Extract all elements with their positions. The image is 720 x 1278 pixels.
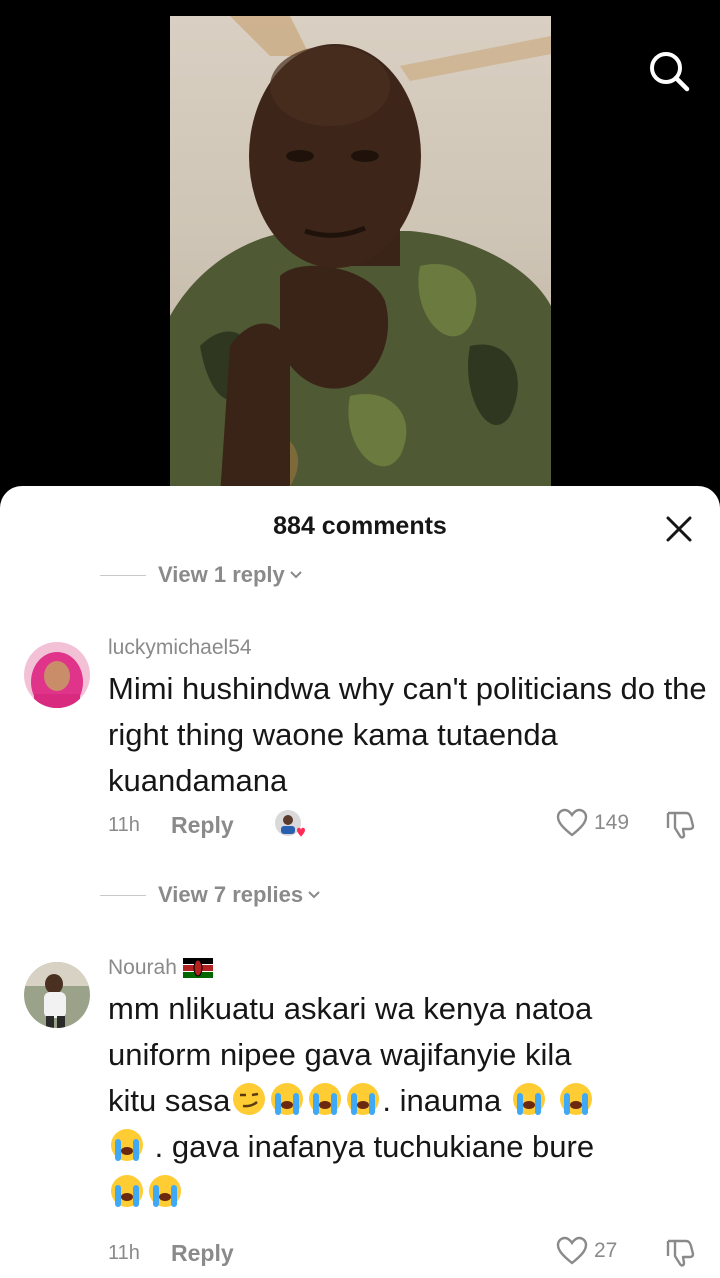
search-icon	[650, 52, 690, 92]
comment-text-line-4: . gava inafanya tuchukiane bure	[108, 1124, 708, 1170]
view-replies-label: View 7 replies	[158, 882, 304, 907]
reply-button[interactable]: Reply	[171, 1240, 234, 1267]
search-button[interactable]	[646, 48, 692, 94]
comment-text: Mimi hushindwa why can't politicians do …	[108, 671, 707, 798]
video-person-image	[170, 16, 551, 496]
view-replies-label: View 1 reply	[158, 562, 285, 587]
close-icon	[666, 516, 692, 542]
comment-text-line: uniform nipee gava wajifanyie kila	[108, 1037, 572, 1072]
kenya-flag-icon	[182, 958, 213, 978]
comment-username-row: Nourah	[108, 956, 213, 980]
close-button[interactable]	[664, 514, 694, 544]
comment-username[interactable]: Nourah	[108, 956, 177, 980]
comments-sheet: 884 comments View 1 reply luckymichael54…	[0, 486, 720, 1278]
view-replies-button[interactable]: View 7 replies	[100, 882, 321, 908]
video-frame	[170, 16, 551, 496]
chevron-down-icon	[290, 571, 302, 579]
like-button[interactable]: 27	[556, 1236, 617, 1266]
comment-time: 11h	[108, 814, 140, 836]
comment-time: 11h	[108, 1242, 140, 1264]
divider-line	[100, 894, 146, 896]
avatar[interactable]	[24, 642, 90, 708]
avatar[interactable]	[24, 962, 90, 1028]
crying-emoji-icon	[271, 1083, 304, 1115]
comments-count-title: 884 comments	[273, 512, 447, 540]
reply-button[interactable]: Reply	[171, 812, 234, 839]
dislike-button[interactable]	[664, 809, 696, 841]
comment-text: mm nlikuatu askari wa kenya natoa unifor…	[108, 986, 708, 1216]
comment-text-line-5	[108, 1170, 708, 1216]
crying-emoji-icon	[347, 1083, 380, 1115]
like-count: 149	[594, 811, 630, 834]
thumbs-down-icon	[666, 1239, 695, 1267]
dislike-button[interactable]	[664, 1237, 696, 1269]
heart-icon	[556, 1236, 588, 1265]
crying-emoji-icon	[111, 1129, 143, 1161]
like-count: 27	[594, 1239, 618, 1262]
smirk-emoji-icon	[233, 1083, 266, 1115]
crying-emoji-icon	[309, 1083, 342, 1115]
heart-icon	[556, 808, 588, 837]
crying-emoji-icon	[149, 1175, 181, 1207]
comment-text-line-3: kitu sasa . inauma	[108, 1078, 708, 1124]
video-player[interactable]	[0, 0, 720, 520]
view-replies-button[interactable]: View 1 reply	[100, 562, 303, 588]
creator-avatar-heart-icon	[275, 810, 305, 837]
crying-emoji-icon	[512, 1083, 545, 1115]
chevron-down-icon	[308, 891, 320, 899]
divider-line	[100, 574, 146, 576]
thumbs-down-icon	[666, 811, 695, 839]
crying-emoji-icon	[559, 1083, 592, 1115]
crying-emoji-icon	[111, 1175, 143, 1207]
creator-liked-badge	[273, 808, 307, 842]
comment-username[interactable]: luckymichael54	[108, 636, 252, 660]
like-button[interactable]: 149	[556, 808, 629, 838]
comment-text-line: mm nlikuatu askari wa kenya natoa	[108, 991, 593, 1026]
